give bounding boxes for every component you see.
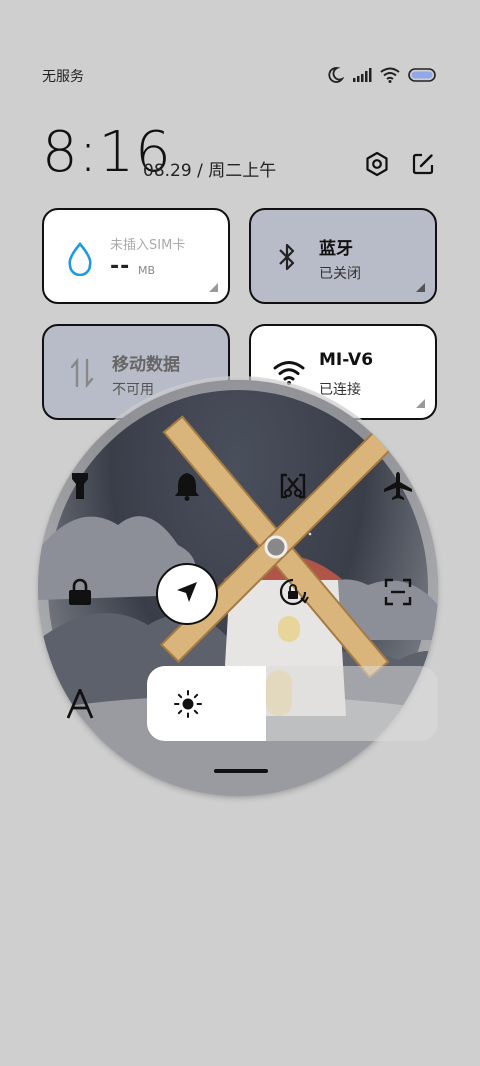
wifi-network-name: MI-V6	[319, 350, 374, 370]
data-usage-unit: MB	[138, 264, 156, 277]
bluetooth-status: 已关闭	[319, 266, 361, 282]
signal-icon	[352, 68, 372, 82]
status-icons	[326, 64, 436, 86]
settings-icon[interactable]	[362, 149, 392, 179]
wifi-icon	[380, 67, 400, 83]
data-usage-title: 未插入SIM卡	[110, 238, 186, 253]
bell-icon[interactable]	[167, 466, 207, 506]
mobile-data-status: 不可用	[112, 382, 154, 398]
expand-corner-icon	[416, 283, 425, 292]
font-size-icon[interactable]	[60, 684, 100, 724]
brightness-slider[interactable]	[147, 666, 438, 741]
carrier-text: 无服务	[42, 69, 84, 85]
screenshot-icon[interactable]	[273, 466, 313, 506]
mobile-data-title: 移动数据	[112, 355, 180, 375]
lock-icon[interactable]	[60, 572, 100, 612]
panel-drag-handle[interactable]	[214, 769, 268, 773]
edit-icon[interactable]	[408, 149, 438, 179]
moon-icon	[326, 66, 344, 84]
brightness-fill	[147, 666, 266, 741]
airplane-icon[interactable]	[378, 466, 418, 506]
expand-corner-icon	[416, 399, 425, 408]
data-arrows-icon	[70, 357, 94, 392]
bluetooth-tile[interactable]: 蓝牙 已关闭	[249, 208, 437, 304]
expand-corner-icon	[209, 283, 218, 292]
rotation-lock-icon[interactable]	[273, 572, 313, 612]
water-drop-icon	[66, 242, 94, 280]
data-usage-tile[interactable]: 未插入SIM卡 -- MB	[42, 208, 230, 304]
battery-icon	[408, 68, 436, 82]
bluetooth-title: 蓝牙	[319, 239, 353, 259]
location-icon	[174, 579, 200, 609]
bluetooth-icon	[277, 242, 297, 276]
data-usage-value: --	[110, 254, 131, 279]
sun-icon	[174, 690, 202, 722]
location-button[interactable]	[156, 563, 218, 625]
date-text: 08.29 / 周二上午	[143, 161, 277, 181]
flashlight-icon[interactable]	[60, 466, 100, 506]
scan-icon[interactable]	[378, 572, 418, 612]
